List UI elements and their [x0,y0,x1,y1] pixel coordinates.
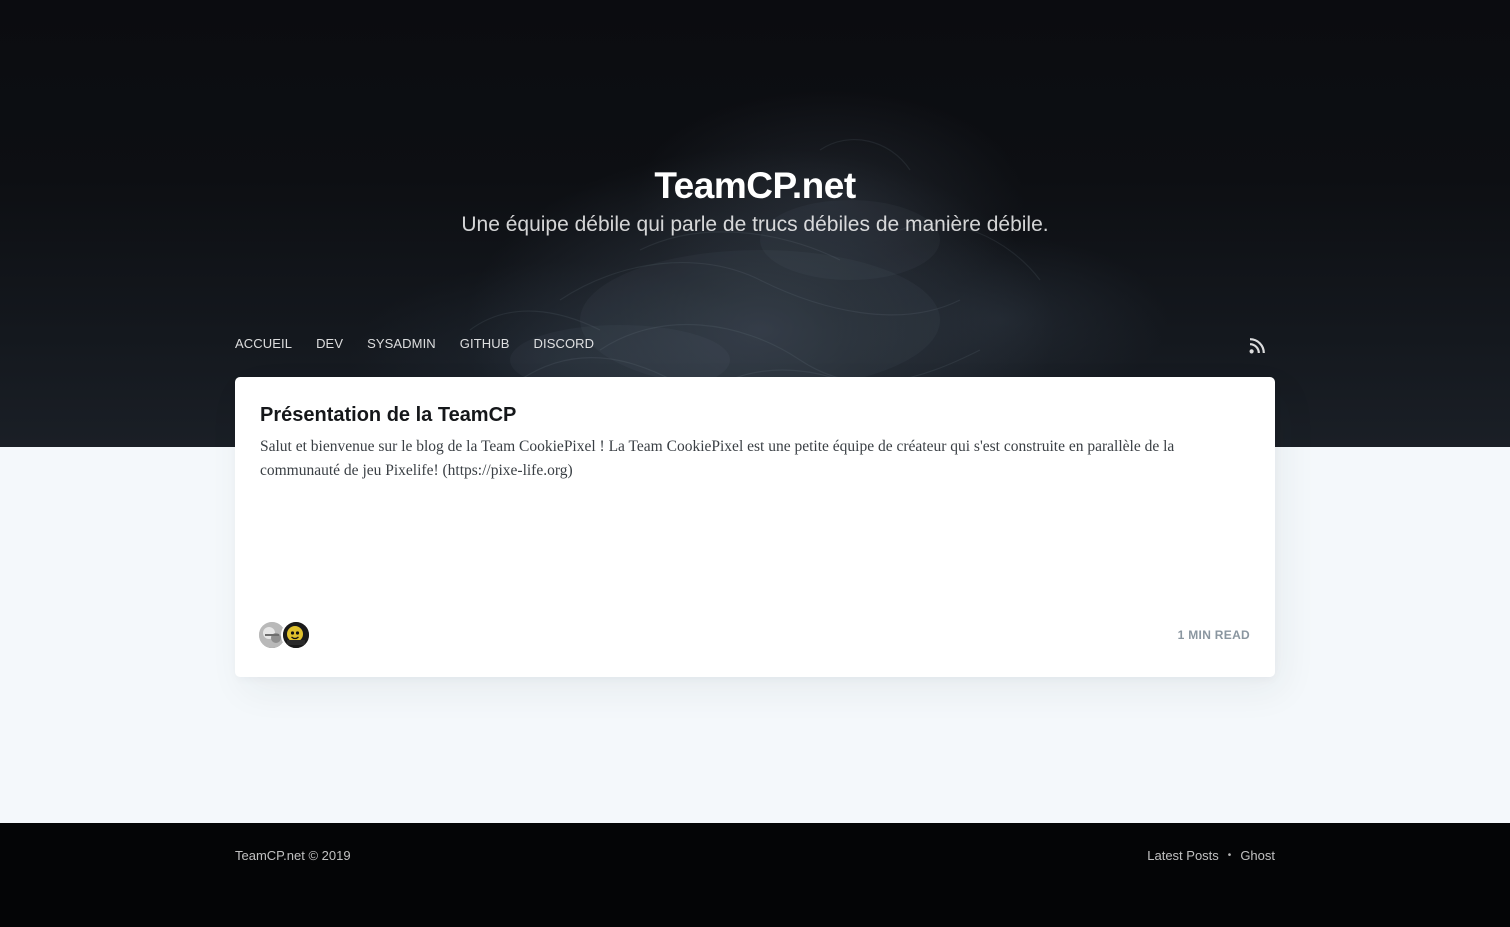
post-feed: Présentation de la TeamCP Salut et bienv… [235,377,1275,677]
site-title[interactable]: TeamCP.net [0,165,1510,207]
rss-icon [1249,338,1265,354]
post-card-excerpt: Salut et bienvenue sur le blog de la Tea… [260,438,1175,479]
footer-link-ghost[interactable]: Ghost [1240,848,1275,863]
post-card-title[interactable]: Présentation de la TeamCP [260,403,516,427]
footer-link-latest-posts[interactable]: Latest Posts [1147,848,1219,863]
post-card[interactable]: Présentation de la TeamCP Salut et bienv… [235,377,1275,677]
nav-item-discord[interactable]: Discord [534,330,595,360]
site-footer: TeamCP.net © 2019 Latest Posts • Ghost [0,823,1510,927]
nav-item-sysadmin[interactable]: Sysadmin [367,330,436,360]
nav-item-github[interactable]: GitHub [460,330,510,360]
author-avatar-image [283,622,309,648]
site-description: Une équipe débile qui parle de trucs déb… [461,213,1049,236]
nav-list: Accueil Dev Sysadmin GitHub Discord [235,330,618,360]
nav-item-accueil[interactable]: Accueil [235,330,292,360]
site-nav: Accueil Dev Sysadmin GitHub Discord [235,330,1275,360]
rss-button[interactable] [1249,338,1265,354]
copyright[interactable]: TeamCP.net © 2019 [235,848,351,863]
reading-time: 1 min read [1177,628,1250,642]
post-card-authors [257,620,311,650]
footer-separator: • [1227,850,1232,861]
nav-item-dev[interactable]: Dev [316,330,343,360]
author-avatar[interactable] [281,620,311,650]
footer-nav: Latest Posts • Ghost [1147,848,1275,863]
